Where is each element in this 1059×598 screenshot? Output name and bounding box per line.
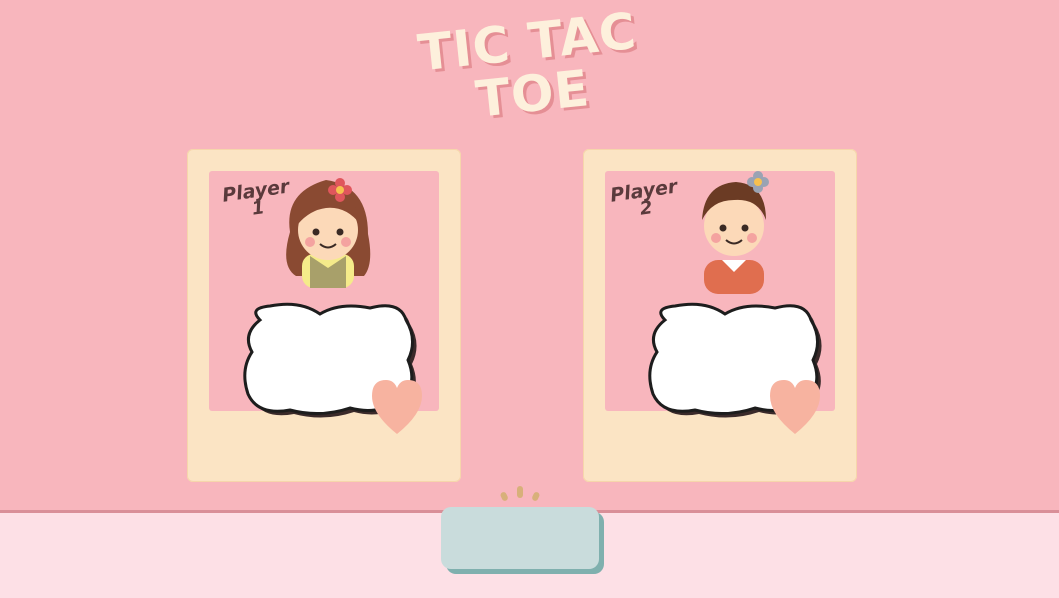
start-button[interactable] <box>441 507 599 569</box>
girl-avatar-icon <box>286 178 371 288</box>
player-1-name-input[interactable] <box>262 340 396 372</box>
boy-avatar-icon <box>702 171 769 294</box>
player-2-heart-icon <box>770 380 820 434</box>
player-1-heart-icon <box>372 380 422 434</box>
sparkle-icon <box>500 486 540 501</box>
player-2-name-input[interactable] <box>667 340 801 372</box>
